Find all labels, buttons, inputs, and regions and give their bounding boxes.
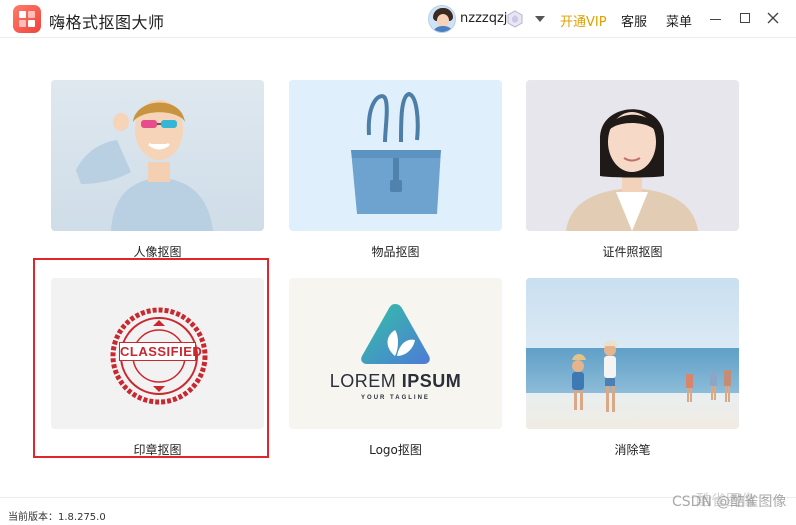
member-badge-icon [507,10,523,28]
user-avatar[interactable] [428,5,456,33]
highlight-box [33,258,269,458]
username[interactable]: nzzzqzj [460,11,507,26]
minimize-icon[interactable] [710,19,721,20]
app-logo-icon [13,5,41,33]
card-portrait-cutout[interactable] [51,80,264,231]
card-object-cutout[interactable] [289,80,502,231]
version-text: 当前版本：1.8.275.0 [8,512,106,523]
card-label-object: 物品抠图 [371,245,420,259]
card-id-photo-cutout[interactable] [526,80,739,231]
maximize-icon[interactable] [740,13,750,23]
app-title: 嗨格式抠图大师 [49,13,165,32]
card-label-eraser: 消除笔 [614,443,651,457]
customer-service-button[interactable]: 客服 [621,11,647,30]
leaf-triangle-logo [361,304,430,364]
watermark: CSDN @酷雀图像 [672,494,787,510]
user-dropdown-icon[interactable] [535,16,545,22]
beach-people-image [572,340,731,412]
logo-tagline: YOUR TAGLINE [361,395,430,401]
woman-portrait-image [566,109,698,231]
logo-wordmark: LOREM IPSUM [329,371,462,391]
card-label-logo: Logo抠图 [369,443,422,457]
close-icon[interactable] [766,11,780,25]
card-logo-cutout[interactable]: LOREM IPSUM YOUR TAGLINE [289,278,502,429]
title-bar: 嗨格式抠图大师 nzzzqzj 开通VIP 客服 菜单 [0,0,796,38]
handbag-image [351,91,441,214]
vip-button[interactable]: 开通VIP [560,11,607,30]
card-eraser[interactable] [526,278,739,429]
menu-button[interactable]: 菜单 [666,11,692,30]
card-label-id-photo: 证件照抠图 [602,245,663,259]
child-portrait-image [76,100,213,231]
